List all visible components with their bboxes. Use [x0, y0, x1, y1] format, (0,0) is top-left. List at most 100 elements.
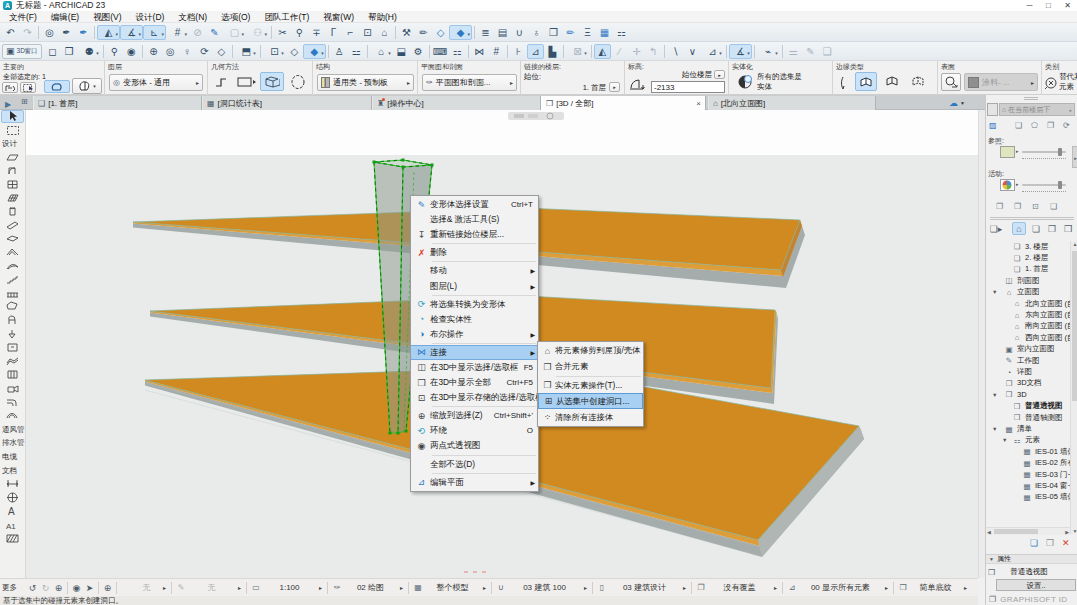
toolbar-button[interactable]: ⊘ — [189, 25, 206, 40]
menu-item[interactable]: 设计(D) — [129, 12, 172, 23]
toolbar-button[interactable]: ∡ — [729, 44, 752, 59]
quick-option-dropdown[interactable]: ❐没有覆盖▸ — [694, 580, 780, 596]
quick-option-dropdown[interactable]: ▭1:100▸ — [249, 580, 325, 596]
context-menu-item[interactable]: ↧重新链接始位楼层... — [411, 227, 538, 242]
tab-3d-all[interactable]: ❒ [3D / 全部] × — [541, 96, 706, 110]
tool-morph[interactable] — [1, 300, 24, 313]
toolbar-button[interactable]: ⚙ — [410, 44, 427, 59]
context-menu-item[interactable]: ✎变形体选择设置Ctrl+T — [411, 197, 538, 212]
trace-pick-icon[interactable]: ❏ — [1015, 121, 1022, 130]
tree-item[interactable]: ▼⌂立面图 — [986, 287, 1070, 298]
toolbar-button[interactable]: ∨ — [684, 44, 701, 59]
toolbox-more-label[interactable]: 更多 — [0, 583, 26, 593]
new-viewpoint-icon[interactable]: ❏ — [1030, 538, 1038, 548]
toolbar-button[interactable]: ◇ — [213, 44, 230, 59]
toolbar-button[interactable]: ⚍ — [348, 44, 365, 59]
toolbar-button[interactable]: ⚲ — [106, 44, 123, 59]
toolbar-button[interactable]: ⚉ — [78, 44, 101, 59]
toolbar-button[interactable]: ◻ — [44, 44, 61, 59]
tool-lamp[interactable] — [1, 328, 24, 341]
toolbar-button[interactable]: ✂ — [274, 25, 291, 40]
toolbar-button[interactable]: ⊿ — [701, 44, 724, 59]
tree-item[interactable]: ❒普通透视图 — [986, 401, 1070, 412]
toolbar-button[interactable]: ◆ — [449, 25, 472, 40]
trace-toggle-button[interactable] — [987, 103, 998, 116]
tree-item[interactable]: ❐3D文档 — [986, 378, 1070, 389]
toolbar-button[interactable]: ❏ — [819, 44, 836, 59]
context-menu-item[interactable]: ❒在3D中显示全部Ctrl+F5 — [411, 375, 538, 390]
toolbar-button[interactable]: ⚇ — [246, 25, 269, 40]
toolbar-button[interactable]: ◭ — [97, 25, 120, 40]
toolbar-button[interactable]: ↶ — [2, 25, 19, 40]
building-material-dropdown[interactable]: 通用类 - 预制板 ▸ — [317, 74, 414, 91]
quick-option-dropdown[interactable]: ⊿00 显示所有元素▸ — [785, 580, 891, 596]
floorplan-display-dropdown[interactable]: ✑ 平面图和剖面... ▸ — [422, 74, 517, 91]
trace-overlay-icon[interactable]: ❐ — [1014, 202, 1021, 211]
toolbar-button[interactable]: ❒ — [61, 44, 78, 59]
context-menu-item[interactable]: ◉两点式透视图 — [411, 438, 538, 453]
tool-zone[interactable] — [1, 341, 24, 354]
story-select-button[interactable]: ▸ — [609, 82, 620, 92]
toolbar-button[interactable]: ⊦ — [510, 44, 527, 59]
toolbox-group-cabling[interactable]: 电缆 — [0, 452, 25, 462]
orbit-icon[interactable]: ◉ — [70, 583, 83, 593]
tree-item[interactable]: ❏3. 楼层 — [986, 241, 1070, 252]
tab-opening-schedule[interactable]: ▦ [洞口统计表] — [202, 96, 372, 110]
submenu-item[interactable]: ⁘清除所有连接体 — [538, 409, 643, 425]
trace-move-icon[interactable]: ⬠ — [1031, 121, 1038, 130]
toolbar-button[interactable]: ∖ — [667, 44, 684, 59]
tool-arrow[interactable] — [1, 110, 24, 123]
geometry-rectangle-button[interactable] — [236, 75, 256, 91]
toolbar-button[interactable]: ⊾ — [143, 25, 166, 40]
tool-stair[interactable] — [1, 273, 24, 286]
toolbar-button[interactable]: ✎ — [802, 44, 819, 59]
delete-icon[interactable]: ✕ — [1062, 538, 1070, 548]
quick-option-dropdown[interactable]: ✎无▸ — [174, 580, 244, 596]
menu-item[interactable]: 选项(O) — [214, 12, 257, 23]
tool-marquee[interactable] — [1, 124, 24, 137]
tool-mesh[interactable] — [1, 355, 24, 368]
toolbox-group-document[interactable]: 文档 — [0, 466, 25, 476]
menu-item[interactable]: 帮助(H) — [361, 12, 404, 23]
context-menu-item[interactable]: ⊕缩放到选择(Z)Ctrl+Shift+' — [411, 408, 538, 423]
3d-window-button[interactable]: ▣ 3D窗口 — [2, 44, 42, 59]
quick-option-dropdown[interactable]: 无▸ — [119, 580, 169, 596]
toolbar-button[interactable]: ⋈ — [471, 44, 488, 59]
context-menu-item[interactable]: ⊿编辑平面▶ — [411, 475, 538, 490]
tree-item[interactable]: ⌂东向立面图 (自动重建) — [986, 309, 1070, 320]
tree-item[interactable]: ⌂南向立面图 (自动重建) — [986, 321, 1070, 332]
trace-split-icon[interactable]: ⊡ — [1032, 202, 1039, 211]
zoom-icon[interactable]: ⊕ — [52, 583, 65, 593]
tree-expand-icon[interactable]: ▼ — [992, 289, 999, 295]
toolbar-button[interactable]: ▤ — [494, 25, 511, 40]
toolbar-button[interactable]: ⬓ — [393, 44, 410, 59]
explore-icon[interactable]: ➤ — [83, 583, 96, 593]
settings-button[interactable]: 设置.. — [996, 579, 1076, 591]
toolbox-group-pipework[interactable]: 排水管 — [0, 438, 25, 448]
toolbox-group-ductwork[interactable]: 通风管 — [0, 425, 25, 435]
toolbar-button[interactable]: ♁ — [528, 25, 545, 40]
new-folder-icon[interactable]: ❐ — [1046, 538, 1054, 548]
menu-item[interactable]: 文件(F) — [2, 12, 44, 23]
trace-reset-icon[interactable]: ⟳ — [1063, 121, 1070, 130]
toolbar-button[interactable]: ⟳ — [196, 44, 213, 59]
toolbar-button[interactable]: ⌐ — [342, 25, 359, 40]
context-menu-item[interactable]: ⋈连接▶ — [411, 345, 538, 360]
tab-overview-icon[interactable]: ⊞ — [21, 97, 28, 106]
tab-action-center[interactable]: ♜ [操作中心] — [372, 96, 541, 110]
tab-scroll-left-icon[interactable]: ▶ — [5, 100, 11, 109]
menu-item[interactable]: 文档(N) — [171, 12, 214, 23]
toolbar-button[interactable]: ⚌ — [785, 44, 802, 59]
toolbar-button[interactable]: ⚲ — [291, 25, 308, 40]
toolbar-button[interactable]: Γ — [325, 25, 342, 40]
quick-option-dropdown[interactable]: ▦整个模型▸ — [411, 580, 489, 596]
toolbar-button[interactable]: ✏ — [562, 25, 579, 40]
toolbar-button[interactable]: ✛ — [628, 44, 645, 59]
toolbar-button[interactable]: ⌂ — [370, 44, 393, 59]
tool-opening[interactable] — [1, 368, 24, 381]
surface-override-toggle[interactable] — [941, 73, 961, 91]
tree-item[interactable]: ▦IES-05 墙体材料 — [986, 492, 1070, 503]
context-menu-item[interactable]: 选择& 激活工具(S) — [411, 212, 538, 227]
quick-option-dropdown[interactable]: ▯03 建筑设计▸ — [595, 580, 689, 596]
tool-duct[interactable] — [1, 396, 24, 409]
